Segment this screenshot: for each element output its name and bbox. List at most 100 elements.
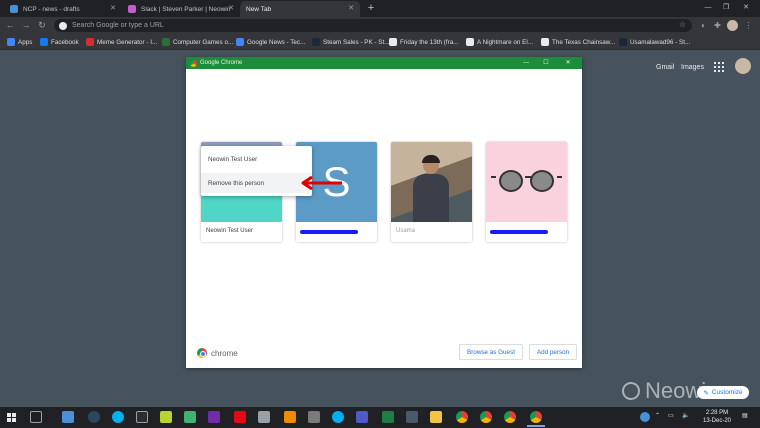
- app-icon[interactable]: [406, 411, 418, 423]
- google-apps-icon[interactable]: [714, 62, 724, 72]
- bookmark-label: Steam Sales - PK - St...: [323, 38, 390, 46]
- account-avatar[interactable]: [735, 58, 751, 74]
- close-icon[interactable]: ✕: [563, 57, 573, 69]
- steam-icon: [312, 38, 320, 46]
- chrome-icon[interactable]: [504, 411, 516, 423]
- bookmark-apps[interactable]: Apps: [7, 37, 32, 47]
- redaction-scribble: [300, 230, 358, 234]
- bookmark-friday-13th[interactable]: Friday the 13th (fra...: [389, 37, 458, 47]
- profile-name: Neowin Test User: [206, 228, 253, 234]
- chevron-up-icon[interactable]: ⌃: [655, 412, 660, 419]
- task-view-icon[interactable]: [30, 411, 42, 423]
- steam-icon[interactable]: [88, 411, 100, 423]
- apps-grid-icon: [7, 38, 15, 46]
- minimize-icon[interactable]: —: [701, 2, 715, 14]
- clock-time: 2:28 PM: [705, 410, 729, 416]
- tab-ncp-news[interactable]: NCP - news - drafts ✕: [4, 1, 122, 17]
- omnibox[interactable]: Search Google or type a URL ☆: [54, 19, 692, 32]
- app-icon[interactable]: [308, 411, 320, 423]
- profile-card-usama[interactable]: Usama: [391, 142, 472, 242]
- bookmark-computer-games[interactable]: Computer Games o...: [162, 37, 233, 47]
- remove-this-person-menu-item[interactable]: Remove this person: [201, 173, 312, 193]
- vlc-icon[interactable]: [284, 411, 296, 423]
- slack-favicon-icon: [128, 5, 136, 13]
- extension-icon[interactable]: ◐: [698, 20, 709, 31]
- app-icon[interactable]: [208, 411, 220, 423]
- profile-name: Usama: [396, 228, 416, 234]
- bookmark-label: Friday the 13th (fra...: [400, 38, 459, 46]
- gmail-link[interactable]: Gmail: [656, 64, 674, 71]
- browse-as-guest-button[interactable]: Browse as Guest: [459, 344, 523, 360]
- bookmark-texas-chainsaw[interactable]: The Texas Chainsaw...: [541, 37, 615, 47]
- maximize-icon[interactable]: ☐: [541, 57, 551, 69]
- customize-button[interactable]: ✎ Customize: [697, 386, 749, 399]
- puzzle-icon[interactable]: ✚: [712, 20, 723, 31]
- profile-context-menu: Neowin Test User Remove this person: [201, 146, 312, 196]
- volume-icon[interactable]: 🔈: [682, 412, 689, 419]
- meme-icon: [86, 38, 94, 46]
- calculator-icon[interactable]: [62, 411, 74, 423]
- windows-start-icon[interactable]: [7, 413, 16, 422]
- pencil-icon: ✎: [703, 389, 709, 397]
- bookmark-label: Apps: [18, 38, 33, 46]
- bookmark-facebook[interactable]: Facebook: [40, 37, 79, 47]
- profile-avatar-icon[interactable]: [727, 20, 738, 31]
- skype-icon[interactable]: [112, 411, 124, 423]
- images-link[interactable]: Images: [681, 64, 704, 71]
- bookmarks-bar: Apps Facebook Meme Generator - I... Comp…: [0, 34, 760, 50]
- store-icon[interactable]: [136, 411, 148, 423]
- bookmark-label: Meme Generator - I...: [97, 38, 158, 46]
- minimize-icon[interactable]: —: [521, 57, 531, 69]
- teams-icon[interactable]: [356, 411, 368, 423]
- bookmark-nightmare-elm[interactable]: A Nightmare on El...: [466, 37, 533, 47]
- file-explorer-icon[interactable]: [430, 411, 442, 423]
- close-icon[interactable]: ✕: [110, 4, 116, 12]
- red-arrow-annotation: [301, 176, 342, 190]
- profile-card-sunglasses[interactable]: [486, 142, 567, 242]
- kebab-menu-icon[interactable]: ⋮: [743, 20, 754, 31]
- system-clock[interactable]: 2:28 PM 13-Dec-20: [700, 409, 734, 425]
- netflix-icon[interactable]: [234, 411, 246, 423]
- bookmark-label: Google News - Tec...: [247, 38, 306, 46]
- picker-body: Neowin Test User S Usama chrome Browse a…: [186, 69, 582, 368]
- tab-label: Slack | Steven Parker | Neowin: [141, 5, 231, 13]
- chrome-icon[interactable]: [480, 411, 492, 423]
- maximize-icon[interactable]: ❐: [719, 2, 733, 14]
- chrome-icon[interactable]: [456, 411, 468, 423]
- bookmark-google-news[interactable]: Google News - Tec...: [236, 37, 305, 47]
- tab-new-tab[interactable]: New Tab ✕: [240, 1, 360, 17]
- sunglasses-icon: [491, 170, 562, 192]
- redaction-scribble: [490, 230, 548, 234]
- profile-photo: [486, 142, 567, 222]
- close-icon[interactable]: ✕: [228, 4, 234, 12]
- app-icon[interactable]: [160, 411, 172, 423]
- back-arrow-icon[interactable]: ←: [4, 20, 16, 31]
- bookmark-star-icon[interactable]: ☆: [679, 20, 686, 29]
- new-tab-button[interactable]: +: [365, 2, 377, 14]
- bookmark-meme-generator[interactable]: Meme Generator - I...: [86, 37, 157, 47]
- app-icon[interactable]: [184, 411, 196, 423]
- bookmark-label: The Texas Chainsaw...: [552, 38, 616, 46]
- close-icon[interactable]: ✕: [348, 4, 354, 12]
- add-person-button[interactable]: Add person: [529, 344, 577, 360]
- clock-date: 13-Dec-20: [702, 418, 731, 424]
- chrome-icon-active[interactable]: [527, 411, 545, 427]
- skype-icon[interactable]: [332, 411, 344, 423]
- app-icon[interactable]: [382, 411, 394, 423]
- bookmark-usamalawad96[interactable]: Usamalawad96 - St...: [619, 37, 690, 47]
- tab-slack[interactable]: Slack | Steven Parker | Neowin ✕: [122, 1, 240, 17]
- reload-icon[interactable]: ↻: [36, 20, 48, 31]
- app-icon[interactable]: [258, 411, 270, 423]
- close-window-icon[interactable]: ✕: [739, 2, 753, 14]
- google-news-icon: [236, 38, 244, 46]
- wikipedia-icon: [389, 38, 397, 46]
- notifications-icon[interactable]: ▤: [742, 412, 748, 419]
- picker-titlebar: Google Chrome — ☐ ✕: [186, 57, 582, 69]
- bookmark-steam-sales[interactable]: Steam Sales - PK - St...: [312, 37, 390, 47]
- network-icon[interactable]: ▭: [668, 412, 674, 419]
- chrome-brand: chrome: [197, 348, 238, 358]
- tray-app-icon[interactable]: [640, 412, 650, 422]
- steam-icon: [619, 38, 627, 46]
- tab-strip: NCP - news - drafts ✕ Slack | Steven Par…: [0, 0, 760, 17]
- forward-arrow-icon[interactable]: →: [20, 20, 32, 31]
